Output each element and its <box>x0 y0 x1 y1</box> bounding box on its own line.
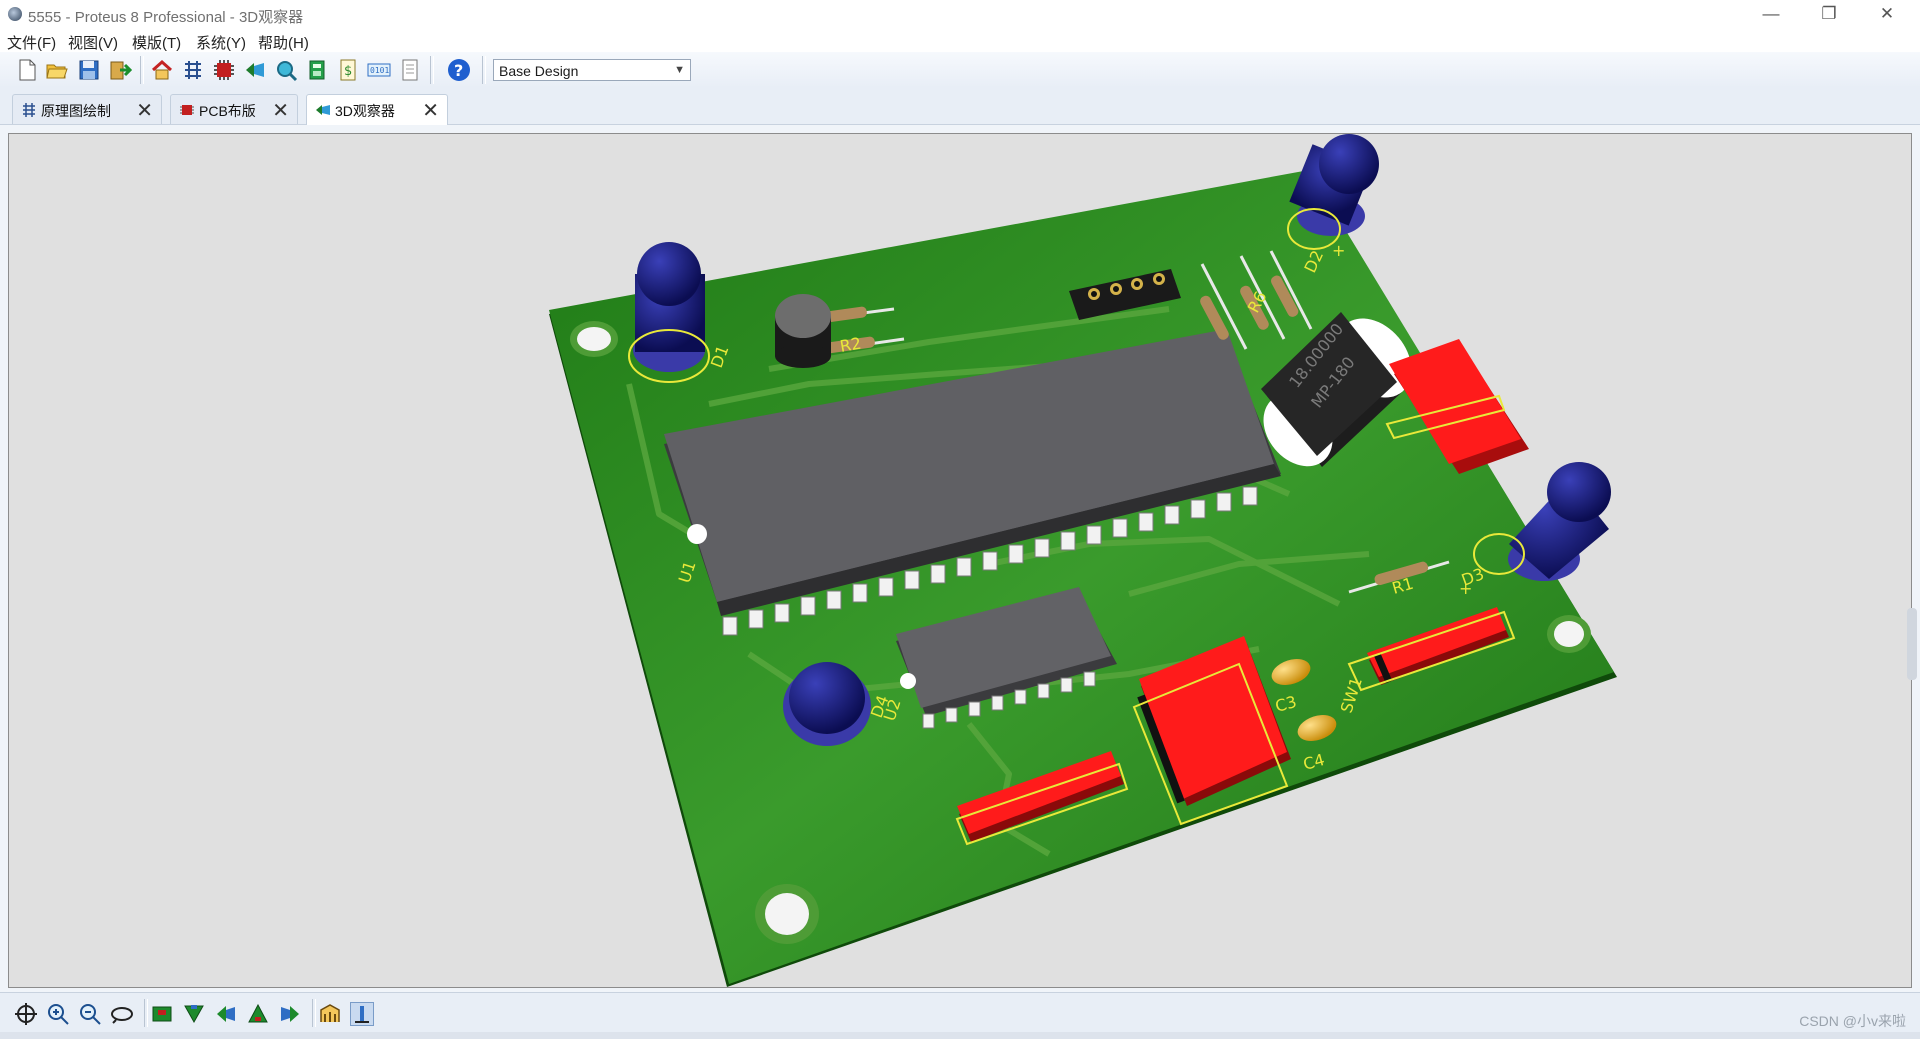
left-view-icon[interactable] <box>214 1002 238 1026</box>
title-bar: 5555 - Proteus 8 Professional - 3D观察器 — … <box>0 0 1920 30</box>
toolbar-separator <box>312 999 316 1027</box>
silk-r2: R2 <box>838 334 862 356</box>
design-variant-value: Base Design <box>499 63 579 79</box>
design-variant-select[interactable]: Base Design ▼ <box>493 59 691 81</box>
svg-text:$: $ <box>344 64 352 79</box>
close-window-button[interactable]: ✕ <box>1858 0 1916 30</box>
zoom-out-icon[interactable] <box>78 1002 102 1026</box>
view-toolbar: CSDN @小v来啦 <box>0 992 1920 1033</box>
tab-3d-viewer-close-icon[interactable]: ✕ <box>422 98 439 123</box>
new-file-icon[interactable] <box>15 58 39 82</box>
tab-pcb-layout[interactable]: PCB布版 ✕ <box>170 94 298 124</box>
help-icon[interactable]: ? <box>447 58 471 82</box>
main-toolbar: $ 0101 ? Base Design ▼ <box>0 52 1920 89</box>
source-code-icon[interactable]: 0101 <box>367 58 391 82</box>
zoom-in-icon[interactable] <box>46 1002 70 1026</box>
tab-schematic-close-icon[interactable]: ✕ <box>136 98 153 123</box>
led-d2 <box>1289 134 1379 236</box>
import-icon[interactable] <box>108 58 133 82</box>
bill-of-materials-icon[interactable]: $ <box>336 58 360 82</box>
front-view-icon[interactable] <box>182 1002 206 1026</box>
top-view-icon[interactable] <box>150 1002 174 1026</box>
toolbar-separator <box>140 56 144 84</box>
tab-3d-viewer-label: 3D观察器 <box>335 103 395 119</box>
silk-plus-d3: + <box>1459 579 1472 598</box>
chevron-down-icon: ▼ <box>674 64 685 76</box>
schematic-capture-icon[interactable] <box>181 58 205 82</box>
pcb-3d-scene: 18.00000 MP-180 D1 D2 + D3 + D4 R1 R2 R6… <box>549 134 1617 987</box>
show-components-icon[interactable] <box>318 1002 342 1026</box>
3d-viewer-icon <box>315 102 331 118</box>
silk-plus-d2: + <box>1332 241 1345 260</box>
watermark-text: CSDN @小v来啦 <box>1799 1013 1906 1029</box>
back-view-icon[interactable] <box>246 1002 270 1026</box>
design-explorer-icon[interactable] <box>305 58 329 82</box>
toolbar-separator <box>482 56 486 84</box>
right-view-icon[interactable] <box>278 1002 302 1026</box>
menu-view[interactable]: 视图(V) <box>68 32 118 53</box>
tab-schematic[interactable]: 原理图绘制 ✕ <box>12 94 162 124</box>
tab-pcb-layout-close-icon[interactable]: ✕ <box>272 98 289 123</box>
schematic-icon <box>21 102 37 118</box>
menu-template[interactable]: 模版(T) <box>132 32 181 53</box>
pan-icon[interactable] <box>14 1002 38 1026</box>
3d-viewport[interactable]: 18.00000 MP-180 D1 D2 + D3 + D4 R1 R2 R6… <box>8 133 1912 988</box>
tab-pcb-layout-label: PCB布版 <box>199 103 256 119</box>
open-folder-icon[interactable] <box>45 58 69 82</box>
tab-schematic-label: 原理图绘制 <box>41 103 111 119</box>
minimize-button[interactable]: — <box>1742 0 1800 30</box>
svg-text:?: ? <box>454 61 463 80</box>
menu-bar: 文件(F) 视图(V) 模版(T) 系统(Y) 帮助(H) <box>0 30 1920 52</box>
status-bar <box>0 1032 1920 1039</box>
proteus-app-icon <box>8 7 22 21</box>
orbit-icon[interactable] <box>110 1002 134 1026</box>
tab-3d-viewer[interactable]: 3D观察器 ✕ <box>306 94 448 125</box>
toolbar-separator <box>144 999 148 1027</box>
viewport-scroll-handle[interactable] <box>1907 608 1917 680</box>
electrolytic-capacitor <box>775 294 831 368</box>
show-height-icon[interactable] <box>350 1002 374 1026</box>
document-tab-bar: 原理图绘制 ✕ PCB布版 ✕ 3D观察器 ✕ <box>0 88 1920 125</box>
menu-help[interactable]: 帮助(H) <box>258 32 309 53</box>
project-notes-icon[interactable] <box>398 58 422 82</box>
led-d3 <box>1508 462 1611 581</box>
svg-text:0101: 0101 <box>370 66 389 75</box>
led-d1 <box>633 242 705 372</box>
pcb-layout-icon[interactable] <box>212 58 236 82</box>
window-title: 5555 - Proteus 8 Professional - 3D观察器 <box>28 9 304 26</box>
pcb-layout-icon <box>179 102 195 118</box>
3d-viewer-icon[interactable] <box>243 58 267 82</box>
gerber-viewer-icon[interactable] <box>274 58 298 82</box>
menu-file[interactable]: 文件(F) <box>7 32 56 53</box>
save-icon[interactable] <box>77 58 101 82</box>
toolbar-separator <box>430 56 434 84</box>
home-icon[interactable] <box>150 58 174 82</box>
menu-system[interactable]: 系统(Y) <box>196 32 246 53</box>
restore-button[interactable]: ❐ <box>1800 0 1858 30</box>
